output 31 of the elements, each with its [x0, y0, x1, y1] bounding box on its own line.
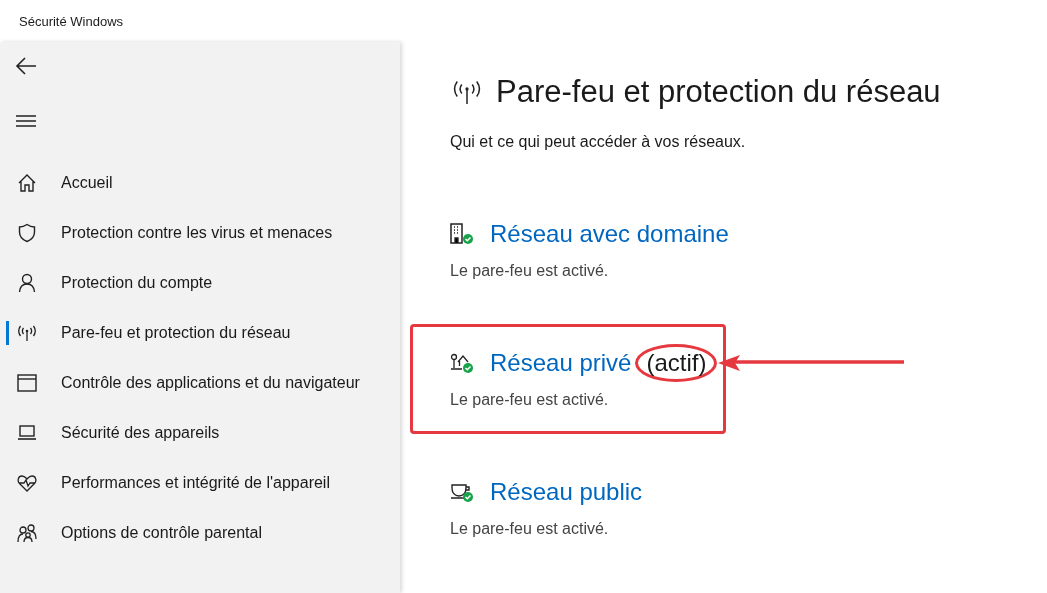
- sidebar-item[interactable]: Protection du compte: [0, 258, 400, 308]
- network-link[interactable]: Réseau avec domaine: [490, 220, 729, 248]
- network-link[interactable]: Réseau public: [490, 478, 643, 506]
- sidebar-item[interactable]: Performances et intégrité de l'appareil: [0, 458, 400, 508]
- person-icon: [17, 273, 37, 293]
- sidebar-item[interactable]: Sécurité des appareils: [0, 408, 400, 458]
- firewall-status: Le pare-feu est activé.: [450, 261, 610, 281]
- sidebar-item[interactable]: Protection contre les virus et menaces: [0, 208, 400, 258]
- sidebar-item[interactable]: Options de contrôle parental: [0, 508, 400, 558]
- menu-icon[interactable]: [16, 115, 36, 127]
- house-check-icon: [450, 352, 474, 374]
- building-check-icon: [450, 223, 474, 245]
- firewall-status: Le pare-feu est activé.: [450, 519, 610, 539]
- page-subtitle: Qui et ce qui peut accéder à vos réseaux.: [450, 132, 747, 152]
- window-title: Sécurité Windows: [19, 13, 124, 29]
- shield-icon: [17, 223, 37, 243]
- back-icon[interactable]: [15, 57, 37, 75]
- network-link[interactable]: Réseau privé: [490, 349, 632, 377]
- family-icon: [17, 523, 37, 543]
- firewall-status: Le pare-feu est activé.: [450, 390, 610, 410]
- sidebar-item[interactable]: Accueil: [0, 158, 400, 208]
- antenna-icon: [17, 323, 37, 343]
- cup-check-icon: [450, 481, 474, 503]
- page-title: Pare-feu et protection du réseau: [496, 73, 941, 111]
- home-icon: [17, 173, 37, 193]
- active-label: (actif): [635, 344, 718, 382]
- sidebar-item[interactable]: Contrôle des applications et du navigateur: [0, 358, 400, 408]
- laptop-icon: [17, 425, 37, 441]
- heart-icon: [17, 474, 37, 492]
- window-icon: [17, 374, 37, 392]
- sidebar-item[interactable]: Pare-feu et protection du réseau: [0, 308, 400, 358]
